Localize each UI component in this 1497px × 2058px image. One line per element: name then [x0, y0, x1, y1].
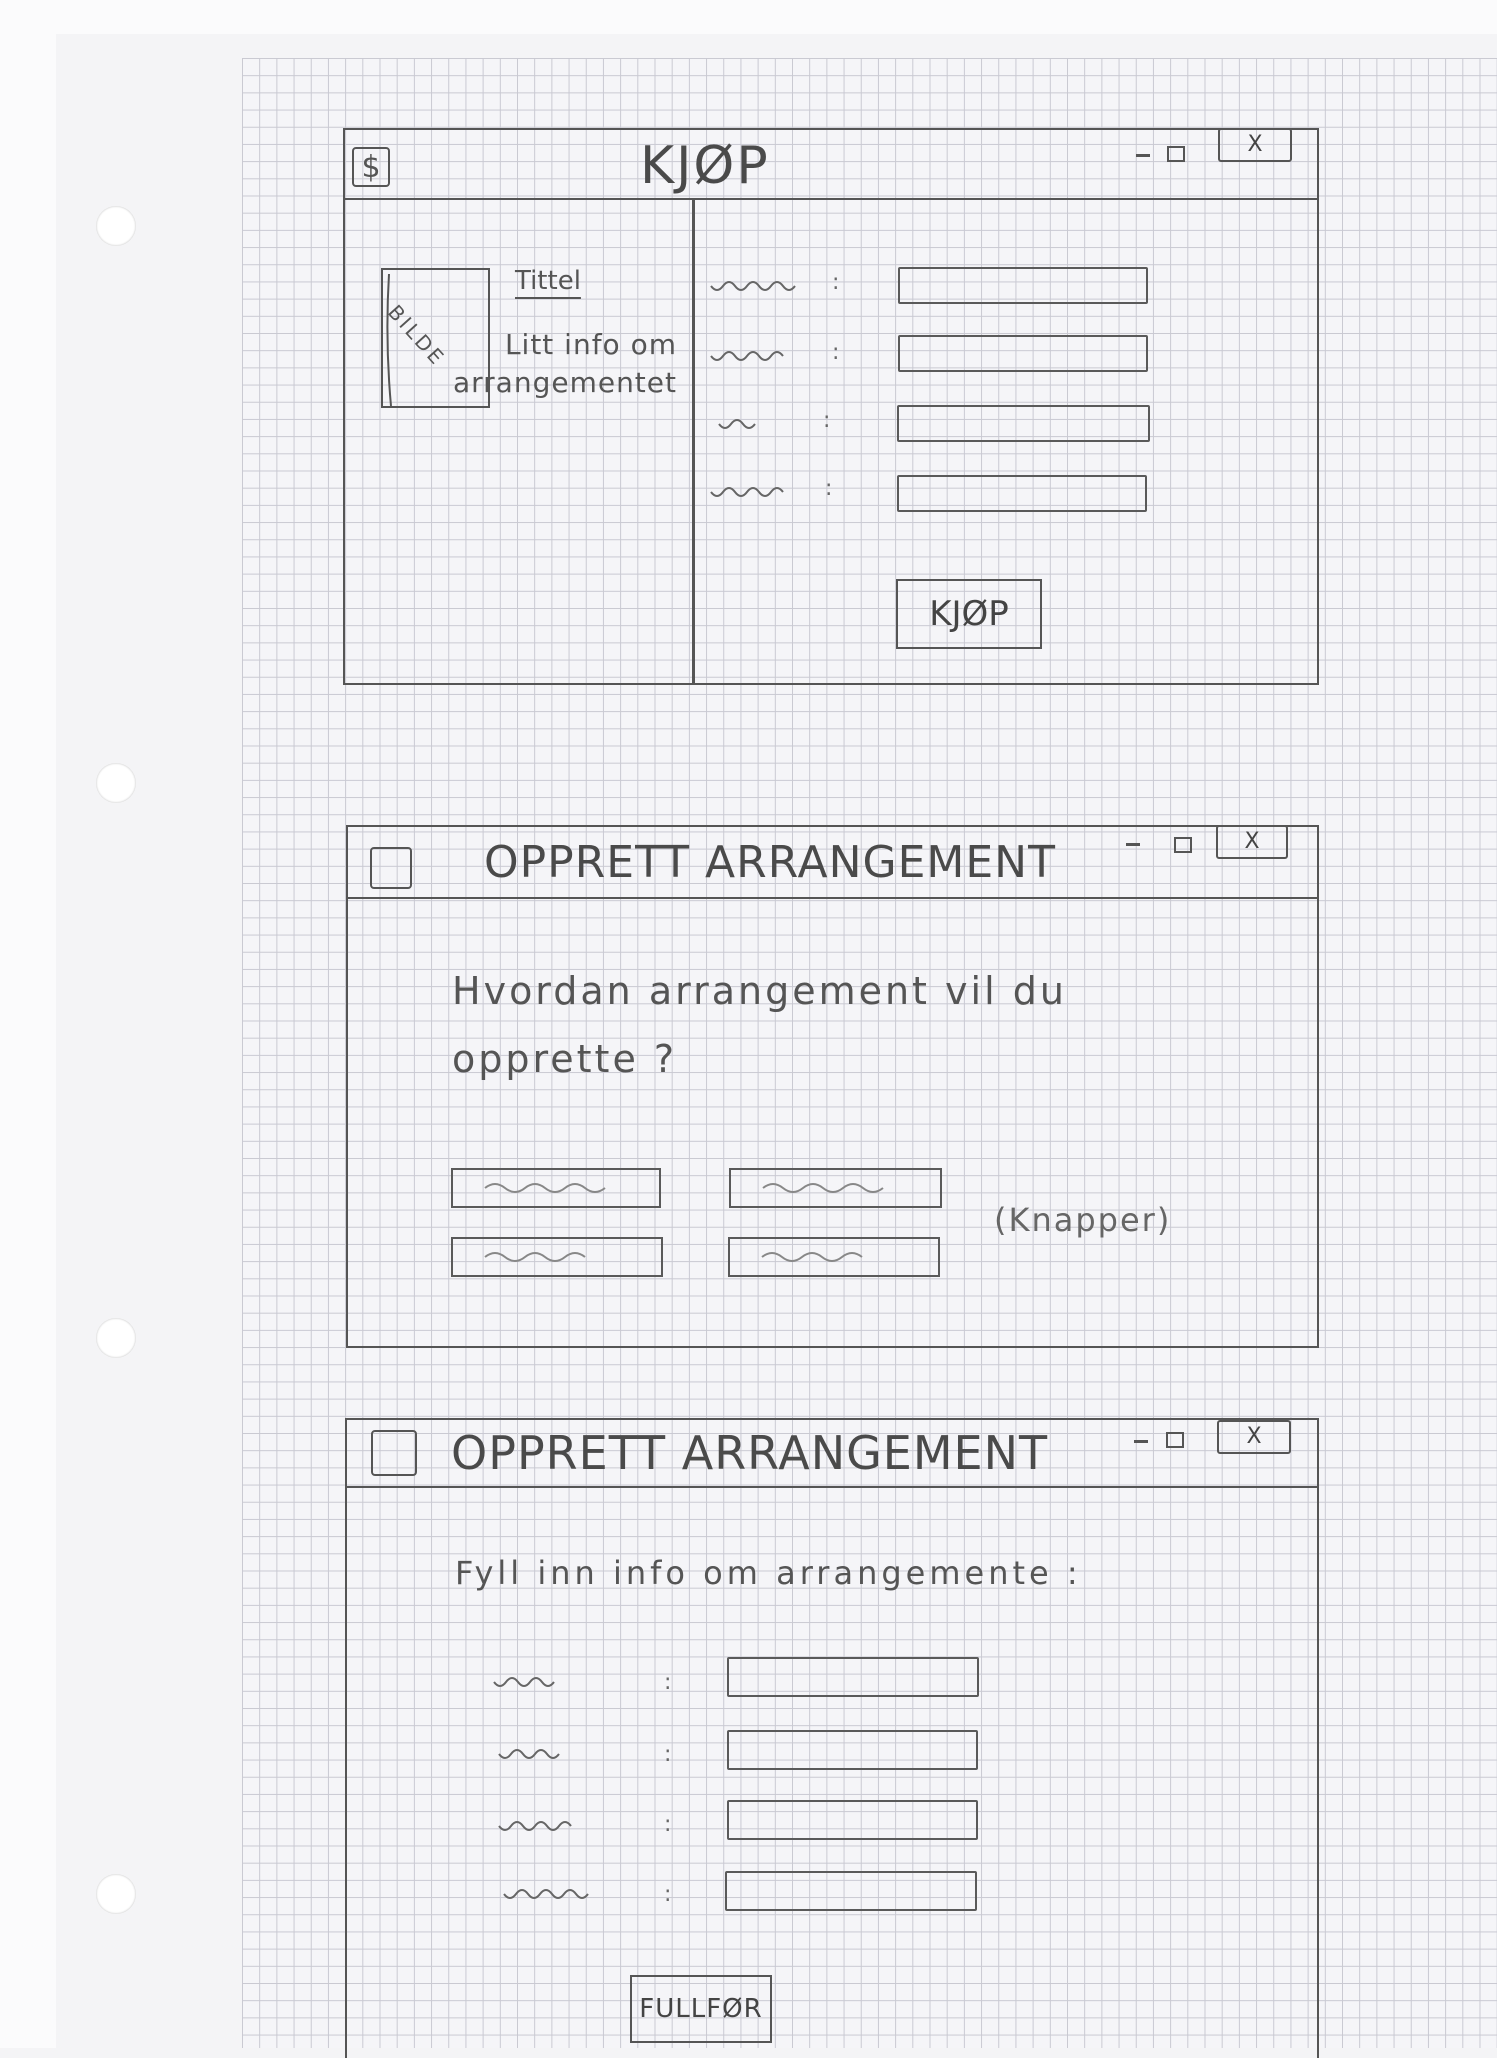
event-title: Tittel [515, 266, 581, 296]
event-type-question: Hvordan arrangement vil du opprette ? [452, 969, 1067, 1081]
field-label-squiggle [498, 1749, 560, 1759]
create-event-type-window: OPPRETT ARRANGEMENT X Hvordan arrangemen… [346, 825, 1319, 1348]
close-button[interactable]: X [1217, 1420, 1291, 1454]
panel-divider [692, 198, 695, 683]
create-event-form-title: OPPRETT ARRANGEMENT [451, 1426, 1049, 1480]
binder-hole [96, 206, 136, 246]
form-input-2[interactable] [727, 1730, 978, 1770]
event-type-button-2[interactable] [729, 1168, 942, 1208]
field-label-squiggle [710, 351, 784, 361]
buy-window-title: KJØP [640, 136, 770, 196]
buttons-note: (Knapper) [994, 1201, 1172, 1239]
minimize-icon[interactable] [1136, 154, 1150, 157]
form-prompt: Fyll inn info om arrangemente : [455, 1554, 1082, 1592]
field-colon: : [832, 340, 840, 365]
minimize-icon[interactable] [1134, 1440, 1148, 1443]
field-colon: : [832, 270, 840, 295]
create-event-form-titlebar: OPPRETT ARRANGEMENT X [347, 1420, 1317, 1488]
field-colon: : [823, 408, 831, 433]
field-label-squiggle [718, 419, 756, 429]
create-event-type-titlebar: OPPRETT ARRANGEMENT X [348, 825, 1317, 899]
create-event-form-window: OPPRETT ARRANGEMENT X Fyll inn info om a… [345, 1418, 1319, 2058]
close-button[interactable]: X [1218, 128, 1292, 162]
buy-window: $ KJØP X BILDE Tittel Litt info om arran… [343, 128, 1319, 685]
field-label-squiggle [503, 1889, 589, 1899]
maximize-icon[interactable] [1166, 1432, 1184, 1448]
field-label-squiggle [710, 487, 784, 497]
binder-hole [96, 1318, 136, 1358]
folder-icon [370, 847, 412, 889]
field-colon: : [825, 476, 833, 501]
buy-input-4[interactable] [897, 475, 1147, 512]
create-event-type-title: OPPRETT ARRANGEMENT [484, 837, 1056, 888]
field-colon: : [664, 1670, 672, 1695]
buy-window-titlebar: $ KJØP X [345, 128, 1317, 200]
field-label-squiggle [493, 1677, 555, 1687]
paper-margin-left [0, 0, 56, 2048]
buy-button[interactable]: KJØP [896, 579, 1042, 649]
binder-hole [96, 1874, 136, 1914]
binder-hole [96, 763, 136, 803]
finish-button[interactable]: FULLFØR [630, 1975, 772, 2043]
event-type-button-1[interactable] [451, 1168, 661, 1208]
buy-input-1[interactable] [898, 267, 1148, 304]
paper-margin-top [0, 0, 1497, 34]
minimize-icon[interactable] [1126, 843, 1140, 846]
buy-input-2[interactable] [898, 335, 1148, 372]
field-label-squiggle [710, 281, 796, 291]
event-info: Litt info om arrangementet [452, 328, 677, 399]
form-input-1[interactable] [727, 1657, 979, 1697]
event-type-button-3[interactable] [451, 1237, 663, 1277]
event-type-button-4[interactable] [728, 1237, 940, 1277]
field-colon: : [664, 1882, 672, 1907]
buy-input-3[interactable] [897, 405, 1150, 442]
field-colon: : [664, 1812, 672, 1837]
maximize-icon[interactable] [1167, 146, 1185, 162]
maximize-icon[interactable] [1174, 837, 1192, 853]
field-label-squiggle [498, 1821, 572, 1831]
field-colon: : [664, 1742, 672, 1767]
form-input-4[interactable] [725, 1871, 977, 1911]
dollar-icon: $ [352, 147, 390, 187]
folder-icon [371, 1430, 417, 1476]
close-button[interactable]: X [1216, 825, 1288, 859]
form-input-3[interactable] [727, 1800, 978, 1840]
